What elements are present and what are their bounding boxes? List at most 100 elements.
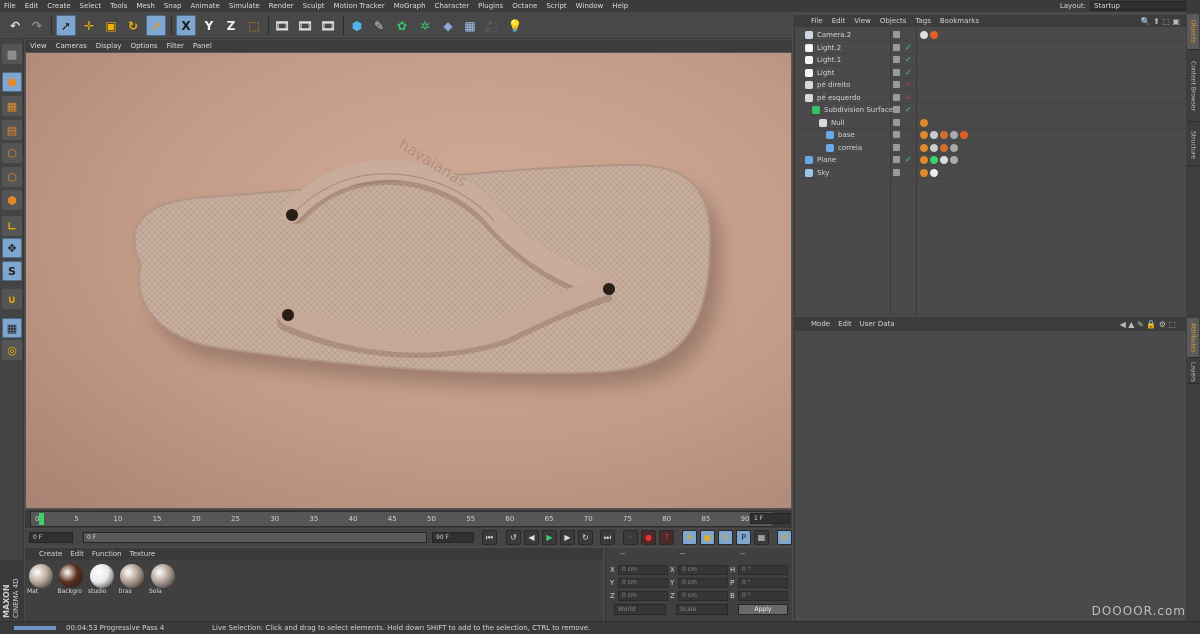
object-row[interactable]: base [795, 129, 1187, 141]
material-swatch[interactable]: Sola [149, 564, 176, 598]
start-frame-field[interactable]: 0 F [29, 532, 73, 543]
menu-motion-tracker[interactable]: Motion Tracker [334, 2, 385, 10]
object-menu-bookmarks[interactable]: Bookmarks [940, 17, 979, 25]
material-swatch[interactable]: studio [88, 564, 115, 598]
render-view-icon[interactable]: 🎞 [272, 15, 292, 36]
axis-mode-icon[interactable]: ∟ [2, 216, 22, 236]
next-key-icon[interactable]: ↻ [578, 530, 593, 545]
menu-file[interactable]: File [4, 2, 16, 10]
subdivision-surface-icon[interactable]: ✿ [392, 15, 412, 36]
object-name[interactable]: Null [831, 119, 845, 127]
floor-icon[interactable]: ▦ [460, 15, 480, 36]
object-row[interactable]: correia [795, 142, 1187, 154]
tab-objects[interactable]: Objects [1187, 14, 1199, 50]
object-tag-icon[interactable] [950, 131, 958, 139]
object-name[interactable]: Camera.2 [817, 31, 851, 39]
viewport-menu-cameras[interactable]: Cameras [56, 42, 87, 50]
spline-pen-icon[interactable]: ✎ [369, 15, 389, 36]
object-name[interactable]: base [838, 131, 855, 139]
menu-character[interactable]: Character [435, 2, 470, 10]
tab-attributes[interactable]: Attributes [1187, 318, 1199, 358]
y-axis-icon[interactable]: Y [199, 15, 219, 36]
object-row[interactable]: Null [795, 117, 1187, 129]
goto-start-icon[interactable]: ⏮ [482, 530, 497, 545]
live-selection-icon[interactable]: ➚ [56, 15, 76, 36]
goto-end-icon[interactable]: ⏭ [600, 530, 615, 545]
object-name[interactable]: pé esquerdo [817, 94, 861, 102]
object-menu-objects[interactable]: Objects [880, 17, 906, 25]
key-pla-icon[interactable]: ▦ [754, 530, 769, 545]
preview-range-slider[interactable]: 0 F [83, 532, 427, 543]
coord-mode-dropdown[interactable]: Scale [676, 604, 728, 615]
visibility-toggle[interactable] [893, 31, 900, 38]
visibility-toggle[interactable] [893, 131, 900, 138]
coord-value-field[interactable]: 0 cm [618, 578, 668, 588]
playhead-marker[interactable] [39, 513, 44, 525]
key-position-icon[interactable]: ✛ [682, 530, 697, 545]
key-param-icon[interactable]: P [736, 530, 751, 545]
visibility-toggle[interactable] [893, 168, 900, 176]
planar-workplane-icon[interactable]: ◎ [2, 340, 22, 360]
viewport-menu-display[interactable]: Display [96, 42, 122, 50]
light-icon[interactable]: 💡 [505, 15, 525, 36]
key-rotation-icon[interactable]: ↻ [718, 530, 733, 545]
render-settings-icon[interactable]: 🎞 [318, 15, 338, 36]
enable-check-icon[interactable]: ✓ [905, 55, 912, 64]
tab-content-browser[interactable]: Content Browser [1187, 52, 1199, 122]
object-search-icons[interactable]: 🔍 ⬆ ⬚ ▣ [1141, 17, 1180, 26]
prev-key-icon[interactable]: ↺ [506, 530, 521, 545]
coordinate-system-icon[interactable]: ⬚ [244, 15, 264, 36]
attributes-menu-mode[interactable]: Mode [811, 320, 830, 328]
menu-script[interactable]: Script [546, 2, 566, 10]
attributes-menu-edit[interactable]: Edit [838, 320, 852, 328]
object-tag-icon[interactable] [930, 156, 938, 164]
coord-value-field[interactable]: 0 cm [678, 591, 728, 601]
attributes-nav-icons[interactable]: ◀ ▲ ✎ 🔒 ⚙ ⬚ [1120, 320, 1176, 329]
enable-check-icon[interactable]: ✓ [905, 80, 912, 89]
snapping-icon[interactable]: S [2, 261, 22, 281]
layout-dropdown[interactable]: Startup [1090, 1, 1186, 11]
object-row[interactable]: Light.1 ✓ [795, 54, 1187, 66]
autokey-icon[interactable]: ? [659, 530, 674, 545]
visibility-toggle[interactable] [893, 156, 900, 163]
deformer-icon[interactable]: ◆ [438, 15, 458, 36]
coord-space-dropdown[interactable]: World [614, 604, 666, 615]
next-frame-icon[interactable]: ▶ [560, 530, 575, 545]
object-row[interactable]: Camera.2 [795, 29, 1187, 41]
coord-value-field[interactable]: 0 cm [678, 565, 728, 575]
object-name[interactable]: Plane [817, 156, 836, 164]
object-name[interactable]: correia [838, 144, 862, 152]
visibility-toggle[interactable] [893, 56, 900, 63]
render-picture-viewer-icon[interactable]: 🎞 [295, 15, 315, 36]
end-frame-field[interactable]: 90 F [432, 532, 474, 543]
object-tag-icon[interactable] [940, 131, 948, 139]
menu-plugins[interactable]: Plugins [478, 2, 503, 10]
timeline[interactable]: 0 5 10 15 20 25 30 35 40 45 50 55 60 65 70 75 80 85 90 1 F [25, 510, 792, 528]
coord-value-field[interactable]: 0 cm [618, 565, 668, 575]
object-tag-icon[interactable] [920, 156, 928, 164]
object-name[interactable]: Light [817, 69, 834, 77]
viewport-menu-view[interactable]: View [30, 42, 47, 50]
menu-render[interactable]: Render [269, 2, 294, 10]
z-axis-icon[interactable]: Z [221, 15, 241, 36]
menu-window[interactable]: Window [576, 2, 604, 10]
object-tag-icon[interactable] [930, 143, 938, 152]
object-tag-icon[interactable] [920, 31, 928, 39]
workplane-lock-icon[interactable]: ▦ [2, 318, 22, 338]
enable-check-icon[interactable]: ✓ [905, 93, 912, 102]
menu-help[interactable]: Help [612, 2, 628, 10]
edges-mode-icon[interactable]: ⬡ [2, 167, 22, 187]
workplane-mode-icon[interactable]: ▤ [2, 120, 22, 140]
menu-tools[interactable]: Tools [110, 2, 127, 10]
object-menu-edit[interactable]: Edit [832, 17, 846, 25]
menu-snap[interactable]: Snap [164, 2, 182, 10]
object-tag-icon[interactable] [930, 168, 938, 177]
move-icon[interactable]: ✛ [79, 15, 99, 36]
material-menu-texture[interactable]: Texture [130, 550, 156, 558]
material-swatch[interactable]: tiras [119, 564, 146, 598]
x-axis-icon[interactable]: X [176, 15, 196, 36]
attributes-menu-user-data[interactable]: User Data [860, 320, 895, 328]
object-name[interactable]: Sky [817, 169, 829, 177]
object-menu-tags[interactable]: Tags [915, 17, 931, 25]
coord-value-field[interactable]: 0 cm [678, 578, 728, 588]
